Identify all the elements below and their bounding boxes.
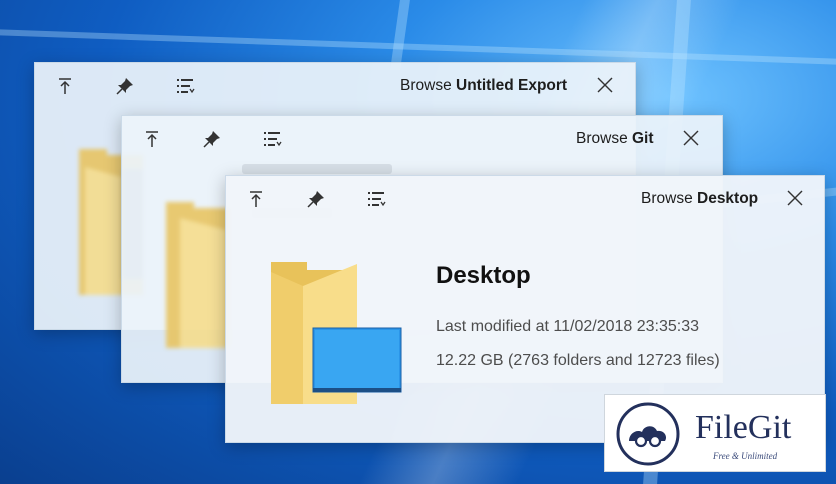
window-toolbar: Browse Git [122,116,722,162]
folder-name: Desktop [436,262,531,289]
window-title: Browse Untitled Export [400,77,567,95]
title-folder-name: Git [632,130,654,147]
watermark-brand: FileGit [695,409,792,446]
window-title: Browse Desktop [641,190,758,208]
title-folder-name: Desktop [697,190,759,207]
window-title: Browse Git [576,130,654,148]
blurred-text [242,164,392,174]
list-options-icon[interactable] [175,76,195,96]
desktop-folder-icon [271,262,402,404]
pushpin-icon[interactable] [202,129,222,149]
title-folder-name: Untitled Export [456,77,568,94]
size-summary-text: 12.22 GB (2763 folders and 12723 files) [436,352,720,369]
window-toolbar: Browse Untitled Export [35,63,635,109]
pin-to-top-icon[interactable] [246,189,266,209]
list-options-icon[interactable] [262,129,282,149]
close-icon[interactable] [785,188,805,208]
close-icon[interactable] [681,128,701,148]
title-prefix: Browse [641,190,693,207]
filegit-logo-icon [616,402,680,466]
pin-to-top-icon[interactable] [55,76,75,96]
title-prefix: Browse [400,77,452,94]
close-icon[interactable] [595,75,615,95]
watermark-tagline: Free & Unlimited [713,451,778,461]
list-options-icon[interactable] [366,189,386,209]
pushpin-icon[interactable] [306,189,326,209]
pushpin-icon[interactable] [115,76,135,96]
title-prefix: Browse [576,130,628,147]
pin-to-top-icon[interactable] [142,129,162,149]
window-toolbar: Browse Desktop [226,176,824,222]
filegit-watermark: FileGit Free & Unlimited [604,394,826,472]
last-modified-text: Last modified at 11/02/2018 23:35:33 [436,318,700,335]
